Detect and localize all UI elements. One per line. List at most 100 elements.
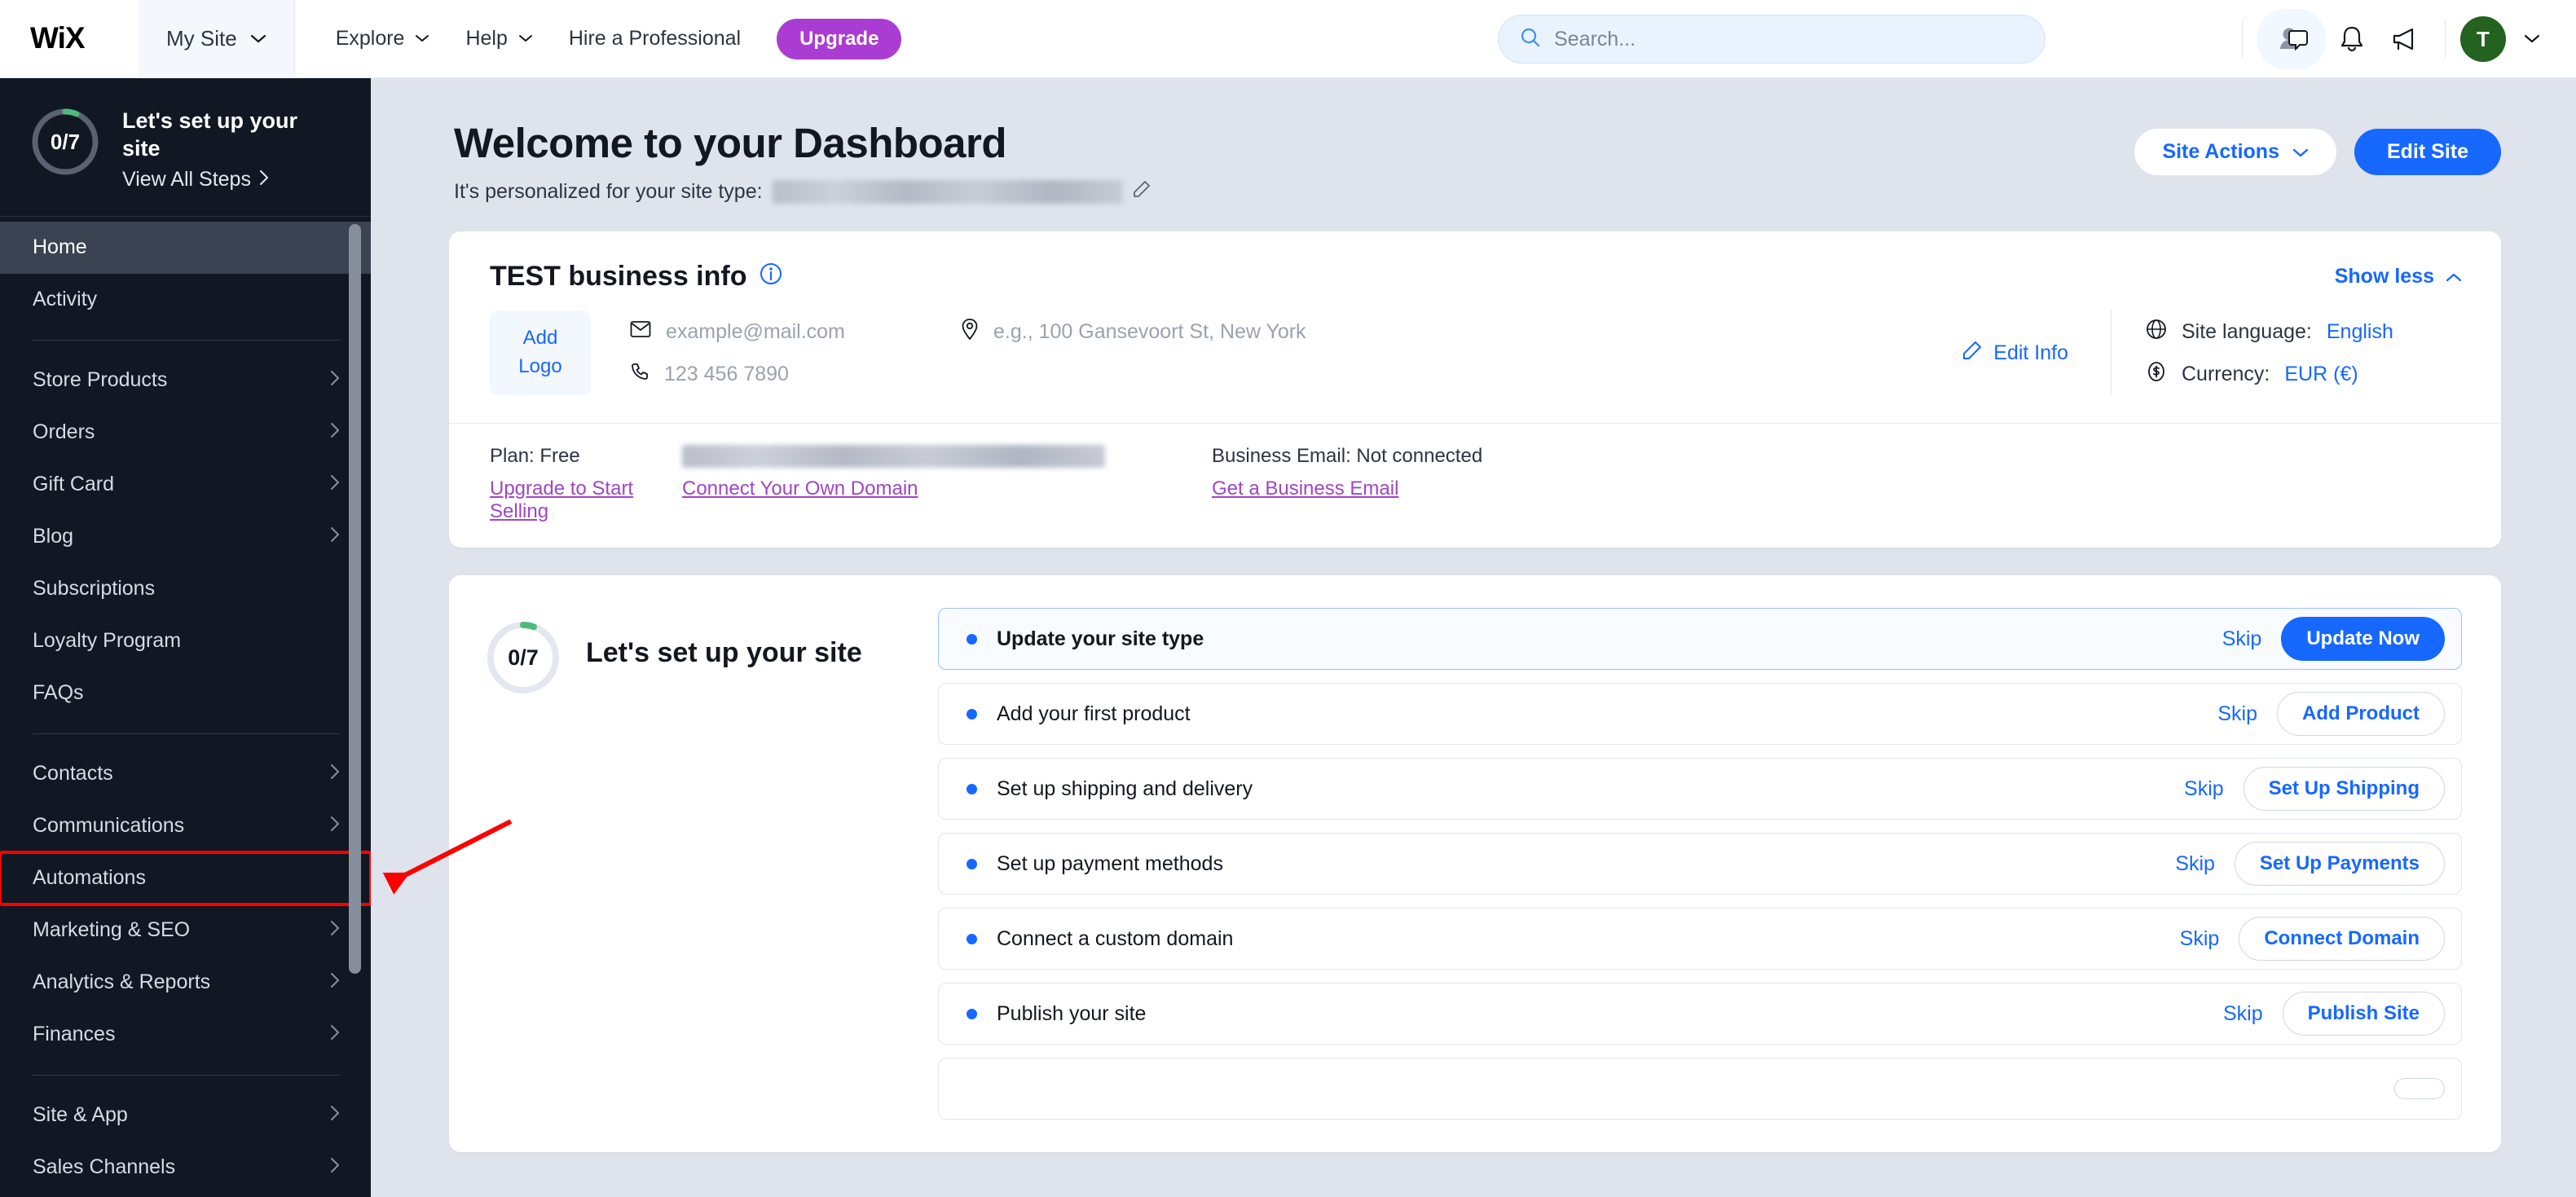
view-all-steps-link[interactable]: View All Steps	[122, 168, 310, 191]
task-row[interactable]	[938, 1058, 2462, 1120]
nav-explore[interactable]: Explore	[318, 0, 448, 78]
sidebar-item-blog[interactable]: Blog	[0, 511, 371, 563]
show-less-toggle[interactable]: Show less	[2335, 265, 2462, 288]
task-row[interactable]: Update your site type Skip Update Now	[938, 608, 2462, 670]
task-row[interactable]: Set up payment methods Skip Set Up Payme…	[938, 833, 2462, 895]
sidebar-item-site-and-app[interactable]: Site & App	[0, 1089, 371, 1142]
phone-icon	[630, 362, 650, 387]
task-action-button[interactable]: Set Up Shipping	[2243, 767, 2445, 811]
sidebar-item-sales-channels[interactable]: Sales Channels	[0, 1142, 371, 1194]
business-info-footer: Plan: Free Upgrade to Start Selling Doma…	[449, 423, 2501, 548]
email-row[interactable]: example@mail.com	[630, 310, 949, 353]
account-chat-icon[interactable]	[2266, 13, 2318, 65]
divider	[2445, 20, 2446, 58]
chevron-right-icon	[330, 918, 340, 942]
get-a-business-email-link[interactable]: Get a Business Email	[1212, 477, 1482, 500]
nav-help[interactable]: Help	[447, 0, 550, 78]
setup-checklist-card: 0/7 Let's set up your site Update your s…	[449, 575, 2501, 1152]
info-icon[interactable]	[760, 261, 782, 293]
sidebar-item-orders[interactable]: Orders	[0, 407, 371, 459]
nav-explore-label: Explore	[335, 27, 405, 50]
sidebar-item-gift-card[interactable]: Gift Card	[0, 459, 371, 511]
edit-info-label: Edit Info	[1993, 341, 2068, 364]
sidebar-item-loyalty-program[interactable]: Loyalty Program	[0, 615, 371, 667]
megaphone-icon[interactable]	[2378, 13, 2430, 65]
skip-link[interactable]: Skip	[2184, 777, 2224, 801]
task-label: Set up shipping and delivery	[997, 777, 1253, 800]
chevron-right-icon	[330, 762, 340, 786]
site-language-row: Site language: English	[2146, 310, 2462, 353]
avatar[interactable]: T	[2460, 16, 2506, 62]
bell-icon[interactable]	[2326, 13, 2378, 65]
sidebar-scrollbar[interactable]	[349, 224, 361, 974]
checklist-progress-ring: 0/7	[485, 619, 561, 696]
task-action-button[interactable]: Add Product	[2277, 692, 2445, 736]
chevron-right-icon	[330, 1155, 340, 1179]
sidebar-item-analytics-and-reports[interactable]: Analytics & Reports	[0, 957, 371, 1009]
chevron-down-icon[interactable]	[2506, 13, 2558, 65]
sidebar-item-subscriptions[interactable]: Subscriptions	[0, 563, 371, 615]
setup-progress-ring: 0/7	[29, 106, 101, 178]
skip-link[interactable]: Skip	[2180, 927, 2220, 951]
location-pin-icon	[961, 318, 979, 345]
globe-icon	[2146, 319, 2167, 345]
chevron-right-icon	[330, 368, 340, 392]
account-chat-group[interactable]	[2257, 9, 2326, 69]
currency-value[interactable]: EUR (€)	[2284, 363, 2358, 386]
sidebar-item-label: Automations	[33, 866, 146, 889]
nav-hire-a-professional[interactable]: Hire a Professional	[551, 0, 759, 78]
svg-text:WiX: WiX	[30, 23, 86, 55]
task-action-button[interactable]	[2394, 1078, 2445, 1099]
sidebar-item-automations[interactable]: Automations	[0, 850, 371, 906]
task-row[interactable]: Publish your site Skip Publish Site	[938, 983, 2462, 1045]
wix-logo[interactable]: WiX	[0, 0, 139, 78]
skip-link[interactable]: Skip	[2217, 702, 2257, 726]
task-row[interactable]: Add your first product Skip Add Product	[938, 683, 2462, 745]
sidebar-item-communications[interactable]: Communications	[0, 800, 371, 852]
sidebar-setup-card[interactable]: 0/7 Let's set up your site View All Step…	[0, 78, 371, 217]
sidebar-item-label: Analytics & Reports	[33, 970, 211, 993]
task-action-button[interactable]: Publish Site	[2282, 992, 2445, 1036]
sidebar-item-faqs[interactable]: FAQs	[0, 667, 371, 720]
my-site-tab[interactable]: My Site	[139, 0, 295, 78]
edit-site-button[interactable]: Edit Site	[2354, 129, 2501, 175]
task-row[interactable]: Set up shipping and delivery Skip Set Up…	[938, 758, 2462, 820]
sidebar-item-contacts[interactable]: Contacts	[0, 748, 371, 800]
task-row[interactable]: Connect a custom domain Skip Connect Dom…	[938, 908, 2462, 970]
connect-your-own-domain-link[interactable]: Connect Your Own Domain	[682, 477, 1212, 500]
task-action-button[interactable]: Connect Domain	[2239, 917, 2445, 961]
sidebar-item-activity[interactable]: Activity	[0, 274, 371, 326]
business-email-status: Business Email: Not connected	[1212, 445, 1483, 467]
address-row[interactable]: e.g., 100 Gansevoort St, New York	[961, 310, 1962, 353]
sidebar-item-store-products[interactable]: Store Products	[0, 354, 371, 407]
sidebar-divider	[33, 733, 340, 734]
sidebar-item-label: Blog	[33, 525, 74, 548]
task-action-button[interactable]: Set Up Payments	[2234, 842, 2445, 886]
skip-link[interactable]: Skip	[2175, 852, 2215, 876]
currency-label: Currency:	[2182, 362, 2270, 385]
add-logo-button[interactable]: Add Logo	[490, 310, 591, 395]
sidebar-item-label: Orders	[33, 420, 95, 443]
edit-info-button[interactable]: Edit Info	[1962, 341, 2103, 366]
sidebar-item-home[interactable]: Home	[0, 221, 371, 274]
search-input[interactable]	[1554, 27, 2023, 51]
upgrade-to-start-selling-link[interactable]: Upgrade to Start Selling	[490, 477, 682, 523]
site-language-value[interactable]: English	[2327, 320, 2393, 344]
pencil-icon[interactable]	[1133, 180, 1151, 204]
plan-column: Plan: Free Upgrade to Start Selling	[490, 445, 682, 523]
main-content: Welcome to your Dashboard It's personali…	[371, 78, 2576, 1197]
upgrade-button[interactable]: Upgrade	[777, 18, 902, 59]
nav-hire-label: Hire a Professional	[568, 27, 742, 50]
chevron-right-icon	[259, 168, 269, 191]
skip-link[interactable]: Skip	[2222, 627, 2262, 651]
sidebar-item-finances[interactable]: Finances	[0, 1009, 371, 1061]
site-actions-button[interactable]: Site Actions	[2134, 129, 2336, 175]
chevron-down-icon	[415, 34, 429, 43]
sidebar-divider	[33, 1074, 340, 1076]
sidebar-item-label: Finances	[33, 1023, 116, 1045]
skip-link[interactable]: Skip	[2223, 1002, 2263, 1026]
search-box[interactable]	[1498, 15, 2045, 64]
sidebar-item-marketing-and-seo[interactable]: Marketing & SEO	[0, 904, 371, 957]
task-action-button[interactable]: Update Now	[2281, 617, 2445, 661]
phone-row[interactable]: 123 456 7890	[630, 353, 949, 395]
